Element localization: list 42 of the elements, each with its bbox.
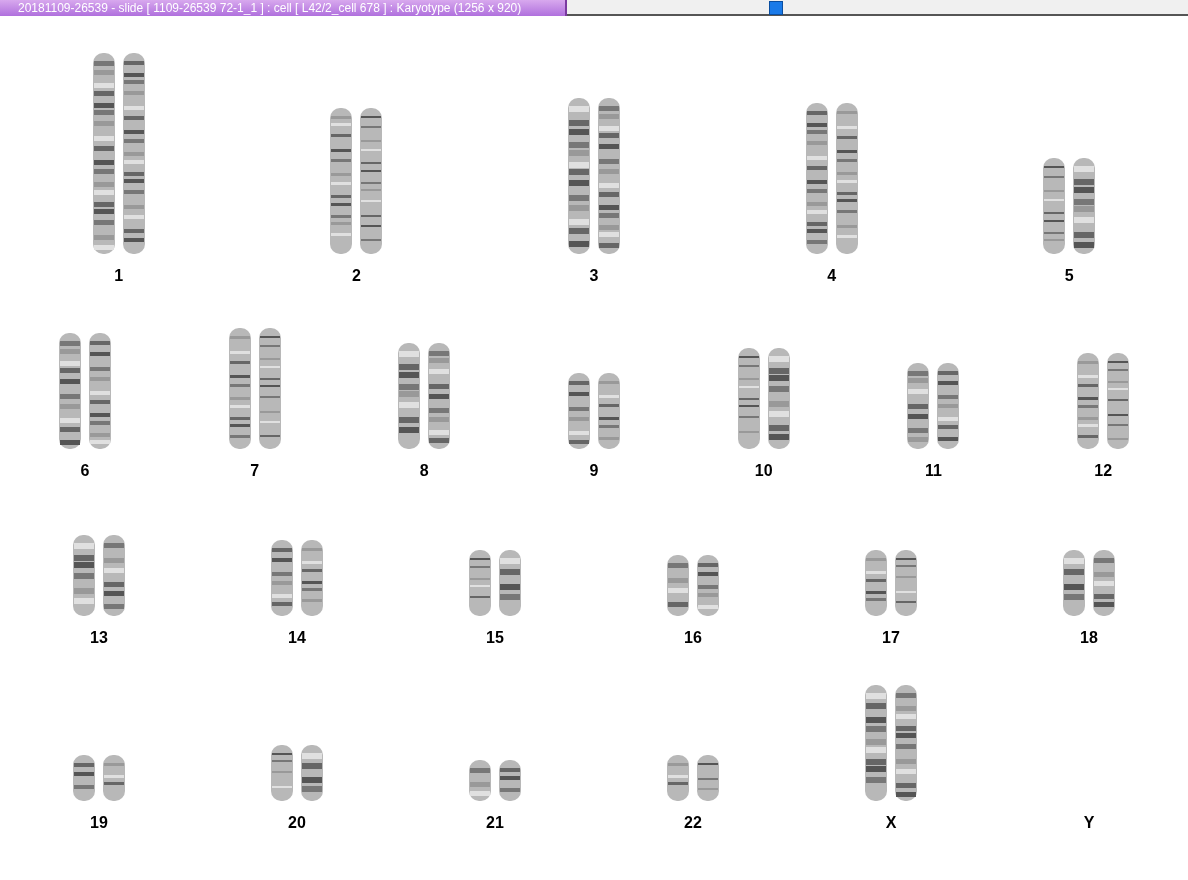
chromosome-drawing (469, 760, 491, 801)
chromosome-label: Y (1083, 813, 1095, 833)
chromosome-label: X (885, 813, 897, 833)
chromosome-drawing (667, 755, 689, 801)
scroll-thumb[interactable] (769, 1, 783, 15)
chromosome-drawing (301, 745, 323, 801)
chromosome-label: 15 (486, 628, 504, 648)
chromosome-label: 8 (419, 461, 429, 481)
chromosome-drawing (103, 755, 125, 801)
chromosome-drawing (697, 755, 719, 801)
chromosome-label: 14 (288, 628, 306, 648)
chromosome-drawing (271, 745, 293, 801)
chromosome-label: 22 (684, 813, 702, 833)
chromosome-drawing (667, 555, 689, 616)
chromosome-label: 9 (589, 461, 599, 481)
chromosome-drawing (697, 555, 719, 616)
chromosome-label: 12 (1094, 461, 1113, 481)
chromosome-label: 5 (1064, 266, 1074, 286)
chromosome-drawing (865, 550, 887, 616)
window-title: 20181109-26539 - slide [ 1109-26539 72-1_1 ] : cell [ L42/2_cell 678 ] : Karyotype (1256 x 920) (0, 0, 567, 16)
chromosome-label: 20 (288, 813, 306, 833)
chromosome-label: 7 (250, 461, 260, 481)
chromosome-drawing (1093, 550, 1115, 616)
chromosome-label: 2 (351, 266, 361, 286)
chromosome-label: 10 (754, 461, 773, 481)
chromosome-drawing (469, 550, 491, 616)
chromosome-drawing (1063, 550, 1085, 616)
chromosome-label: 13 (90, 628, 108, 648)
chromosome-label: 1 (114, 266, 124, 286)
chromosome-drawing (499, 760, 521, 801)
chromosome-label: 19 (90, 813, 108, 833)
chromosome-label: 3 (589, 266, 599, 286)
chromosome-label: 21 (486, 813, 504, 833)
chromosome-drawing (895, 550, 917, 616)
chromosome-label: 18 (1080, 628, 1098, 648)
chromosome-drawing (73, 755, 95, 801)
chromosome-label: 6 (80, 461, 90, 481)
chromosome-label: 16 (684, 628, 702, 648)
chromosome-label: 4 (827, 266, 837, 286)
chromosome-label: 17 (882, 628, 900, 648)
chromosome-drawing (499, 550, 521, 616)
chromosome-label: 11 (925, 461, 942, 481)
